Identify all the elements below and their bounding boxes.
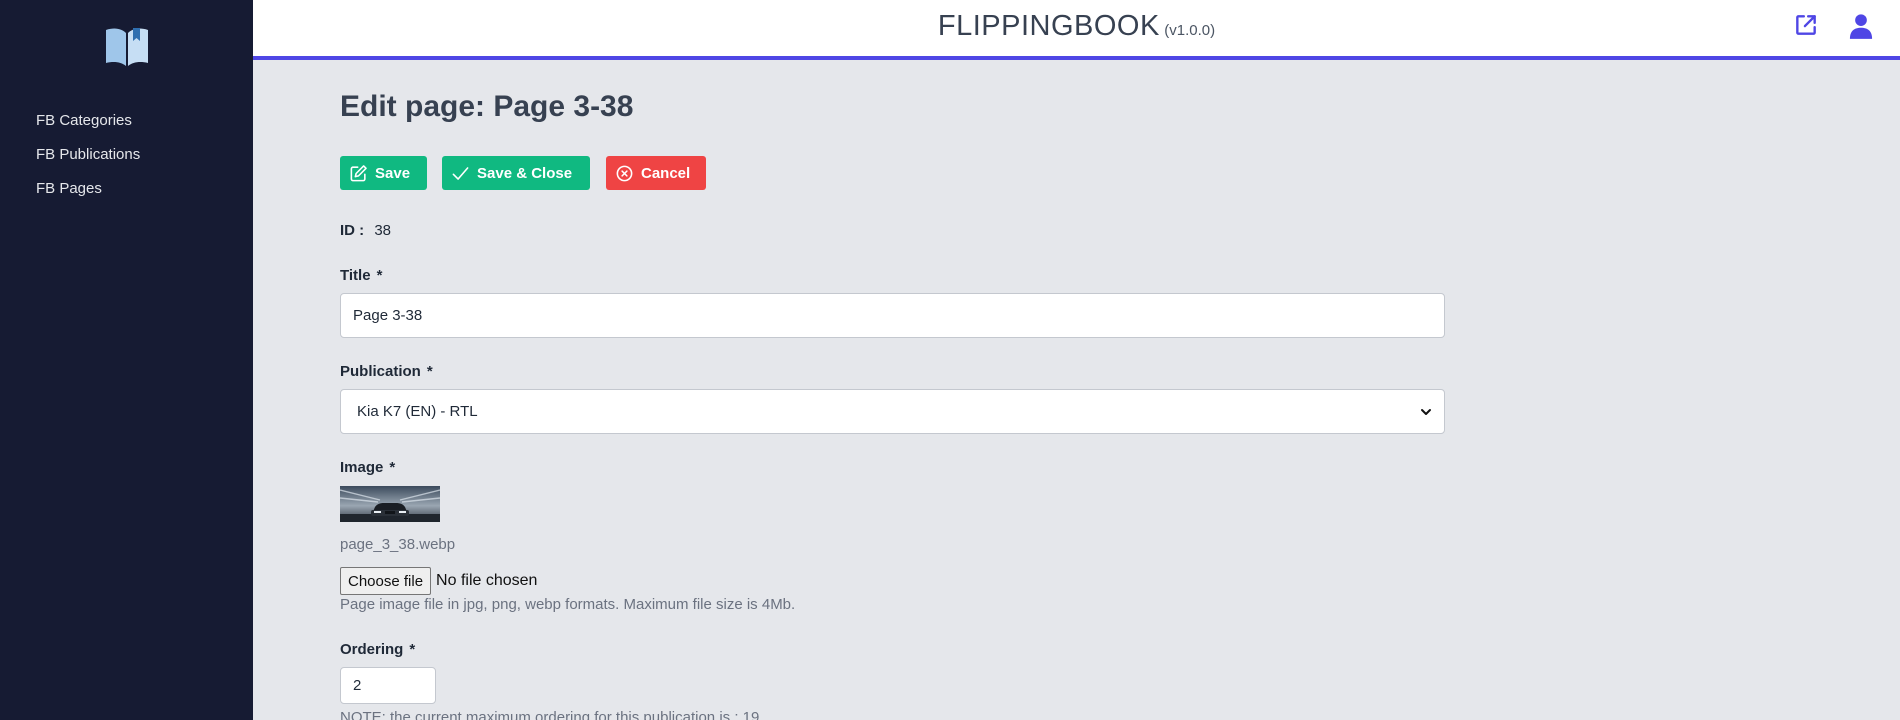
ordering-note: NOTE: the current maximum ordering for t… [340,709,760,720]
cancel-button[interactable]: Cancel [606,156,706,190]
ordering-label-text: Ordering [340,641,404,658]
cancel-button-label: Cancel [641,164,691,182]
app-title: FLIPPINGBOOK [937,10,1160,42]
sidebar-item-publications[interactable]: FB Publications [36,144,140,178]
external-link-icon[interactable] [1793,12,1821,40]
save-button-label: Save [375,164,411,182]
top-bar: FLIPPINGBOOK (v1.0.0) [253,0,1900,60]
chevron-down-icon [1421,408,1431,415]
page-image-thumbnail [340,486,440,522]
required-mark: * [426,363,433,380]
sidebar-item-label[interactable]: FB Publications [36,146,140,163]
required-mark: * [409,641,416,658]
required-mark: * [389,459,396,476]
title-input[interactable] [340,293,1445,338]
sidebar-item-categories[interactable]: FB Categories [36,110,140,144]
ordering-label: Ordering * [340,641,415,658]
page-title: Edit page: Page 3-38 [340,90,634,123]
open-book-icon[interactable] [103,26,151,68]
required-mark: * [376,267,383,284]
file-status: No file chosen [436,572,538,589]
id-value: 38 [374,222,392,239]
record-id: ID : 38 [340,222,391,239]
title-label-text: Title [340,267,371,284]
publication-label: Publication * [340,363,433,380]
sidebar-item-pages[interactable]: FB Pages [36,178,140,212]
sidebar: FB Categories FB Publications FB Pages [0,0,253,720]
sidebar-nav: FB Categories FB Publications FB Pages [36,110,140,212]
image-label-text: Image [340,459,384,476]
save-close-button[interactable]: Save & Close [442,156,590,190]
user-icon[interactable] [1847,12,1875,40]
sidebar-item-label[interactable]: FB Categories [36,112,132,129]
publication-select[interactable]: Kia K7 (EN) - RTL [340,389,1445,434]
title-label: Title * [340,267,382,284]
save-button[interactable]: Save [340,156,427,190]
save-close-button-label: Save & Close [477,164,573,182]
publication-selected-value: Kia K7 (EN) - RTL [357,403,478,420]
id-label: ID : [340,222,365,239]
publication-label-text: Publication [340,363,421,380]
image-label: Image * [340,459,395,476]
current-image-filename: page_3_38.webp [340,536,456,553]
close-circle-icon [616,165,633,181]
ordering-input[interactable] [340,667,436,704]
app-brand: FLIPPINGBOOK (v1.0.0) [253,10,1900,43]
choose-file-button[interactable]: Choose file [340,567,432,595]
edit-icon [350,164,367,181]
file-upload: Choose file No file chosen [340,567,537,595]
sidebar-item-label[interactable]: FB Pages [36,180,102,197]
check-icon [452,166,469,180]
image-help-text: Page image file in jpg, png, webp format… [340,596,796,613]
app-version: (v1.0.0) [1164,22,1216,39]
